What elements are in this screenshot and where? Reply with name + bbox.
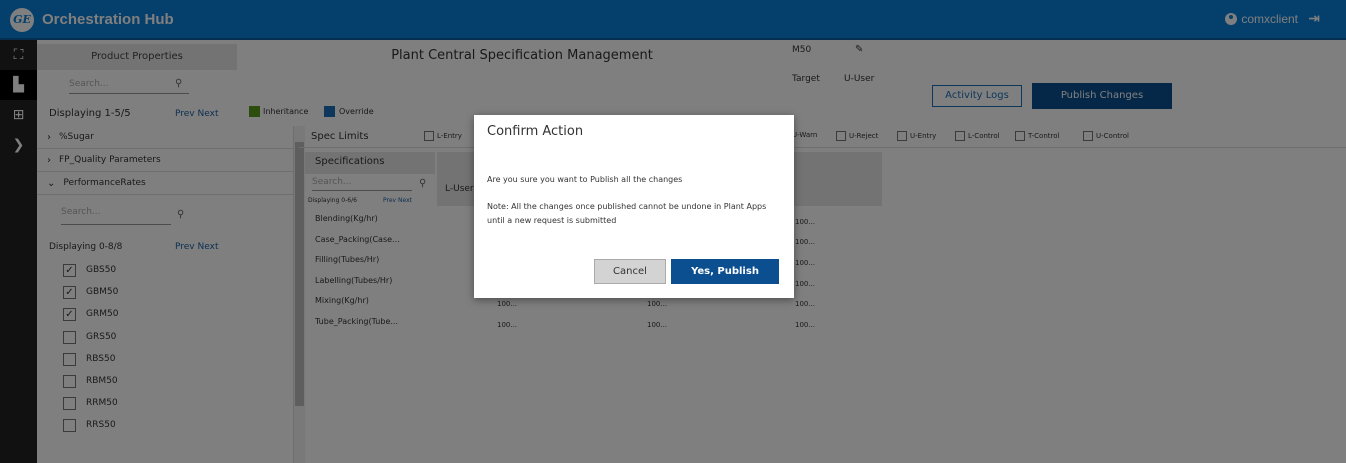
cancel-button[interactable]: Cancel <box>594 259 666 284</box>
dialog-note: Note: All the changes once published can… <box>487 202 767 225</box>
dialog-message: Are you sure you want to Publish all the… <box>487 175 683 184</box>
dialog-title: Confirm Action <box>487 124 584 139</box>
yes-publish-button[interactable]: Yes, Publish <box>671 259 779 284</box>
confirm-dialog: Confirm Action Are you sure you want to … <box>474 115 794 298</box>
